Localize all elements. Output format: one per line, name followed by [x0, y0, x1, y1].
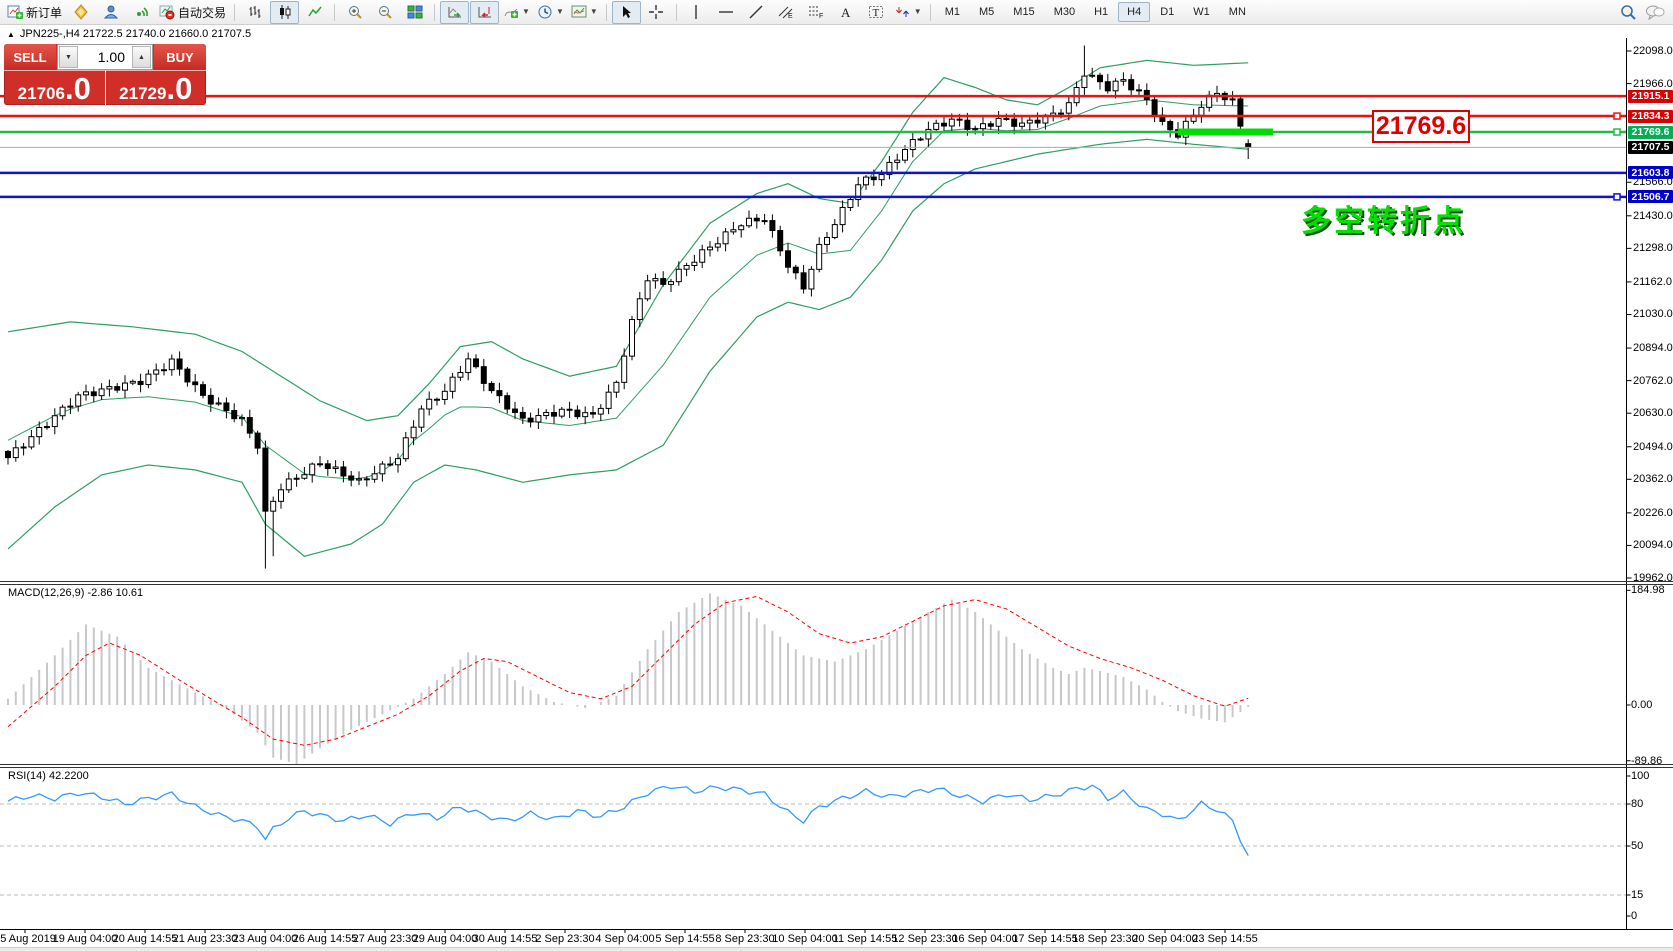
time-label: 30 Aug 14:55 — [473, 933, 538, 945]
time-label: 11 Sep 14:55 — [833, 933, 898, 945]
price-tick: 20094.0 — [1633, 539, 1673, 551]
sell-button[interactable]: SELL — [4, 44, 56, 70]
price-tick: 20630.0 — [1633, 407, 1673, 419]
time-label: 19 Aug 04:00 — [53, 933, 118, 945]
rsi-tick: 0 — [1631, 910, 1637, 922]
time-label: 2 Sep 23:30 — [535, 933, 594, 945]
status-bar — [0, 947, 1673, 951]
rsi-tick: 100 — [1631, 770, 1649, 782]
time-label: 23 Sep 14:55 — [1192, 933, 1257, 945]
macd-tick: 184.98 — [1631, 584, 1665, 596]
time-label: 18 Sep 23:30 — [1072, 933, 1137, 945]
price-badge-21769.6: 21769.6 — [1628, 126, 1673, 139]
time-label: 23 Aug 04:00 — [233, 933, 298, 945]
mt4-window: 新订单 自动交易 — [0, 0, 1673, 951]
sell-price-main: 21706 — [18, 77, 65, 105]
time-label: 20 Aug 14:55 — [113, 933, 178, 945]
buy-price-fraction: .0 — [166, 72, 192, 105]
price-tick: 20894.0 — [1633, 342, 1673, 354]
price-tick: 19962.0 — [1633, 572, 1673, 584]
price-callout-box[interactable]: 21769.6 — [1372, 110, 1470, 143]
price-badge-21707.5: 21707.5 — [1628, 141, 1673, 154]
turning-point-note[interactable]: 多空转折点 — [1301, 196, 1466, 240]
bollinger-middle-line — [8, 100, 1248, 479]
time-label: 27 Aug 23:30 — [353, 933, 418, 945]
sell-price-fraction: .0 — [65, 72, 91, 105]
time-label: 17 Sep 14:55 — [1012, 933, 1077, 945]
macd-signal-line — [8, 597, 1248, 746]
volume-input[interactable]: 1.00 — [79, 45, 131, 69]
price-badge-21834.3: 21834.3 — [1628, 110, 1673, 123]
rsi-tick: 50 — [1631, 840, 1643, 852]
buy-price[interactable]: 21729 .0 — [106, 71, 207, 105]
time-label: 5 Sep 14:55 — [655, 933, 714, 945]
rsi-tick: 80 — [1631, 798, 1643, 810]
time-label: 21 Aug 23:30 — [173, 933, 238, 945]
time-label: 8 Sep 23:30 — [715, 933, 774, 945]
macd-histogram — [8, 593, 1248, 764]
time-label: 20 Sep 04:00 — [1132, 933, 1197, 945]
time-label: 4 Sep 04:00 — [595, 933, 654, 945]
one-click-trading-panel: SELL ▼ 1.00 ▲ BUY 21706 .0 21729 .0 — [4, 44, 206, 105]
buy-price-main: 21729 — [119, 77, 166, 105]
line-handle — [1614, 129, 1620, 135]
time-label: 12 Sep 23:30 — [892, 933, 957, 945]
line-handle — [1614, 194, 1620, 200]
time-label: 26 Aug 14:55 — [293, 933, 358, 945]
price-tick: 21298.0 — [1633, 242, 1673, 254]
time-label: 16 Sep 04:00 — [952, 933, 1017, 945]
volume-control: ▼ 1.00 ▲ — [57, 44, 153, 70]
price-tick: 20362.0 — [1633, 473, 1673, 485]
price-badge-21603.8: 21603.8 — [1628, 166, 1673, 179]
price-badge-21915.1: 21915.1 — [1628, 90, 1673, 103]
buy-button[interactable]: BUY — [154, 44, 206, 70]
sell-price[interactable]: 21706 .0 — [4, 71, 106, 105]
volume-decrease-button[interactable]: ▼ — [59, 46, 78, 68]
rsi-tick: 15 — [1631, 889, 1643, 901]
price-tick: 21430.0 — [1633, 210, 1673, 222]
line-handle — [1614, 113, 1620, 119]
bollinger-lower-line — [8, 139, 1248, 556]
time-label: 29 Aug 04:00 — [413, 933, 478, 945]
highlight-segment — [1178, 129, 1273, 136]
price-badge-21506.7: 21506.7 — [1628, 190, 1673, 203]
macd-label: MACD(12,26,9) -2.86 10.61 — [8, 587, 143, 599]
time-label: 15 Aug 2019 — [0, 933, 56, 945]
macd-tick: -89.86 — [1631, 755, 1662, 767]
macd-tick: 0.00 — [1631, 699, 1652, 711]
price-tick: 22098.0 — [1633, 45, 1673, 57]
price-tick: 20226.0 — [1633, 507, 1673, 519]
price-tick: 20494.0 — [1633, 441, 1673, 453]
volume-increase-button[interactable]: ▲ — [132, 46, 151, 68]
rsi-line — [8, 785, 1248, 855]
candlestick-series — [6, 46, 1251, 569]
rsi-label: RSI(14) 42.2200 — [8, 770, 89, 782]
price-tick: 21030.0 — [1633, 308, 1673, 320]
time-label: 10 Sep 04:00 — [772, 933, 837, 945]
price-tick: 20762.0 — [1633, 375, 1673, 387]
price-tick: 21162.0 — [1633, 276, 1672, 288]
price-tick: 21966.0 — [1633, 78, 1673, 90]
